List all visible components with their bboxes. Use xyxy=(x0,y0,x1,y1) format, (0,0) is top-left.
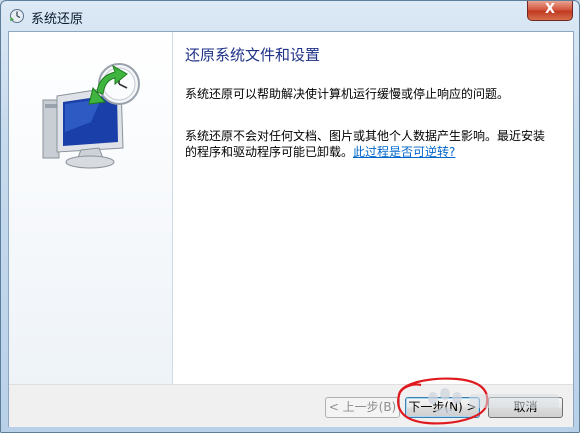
sidebar-panel xyxy=(9,32,173,384)
button-bar: < 上一步(B) 下一步(N) > 取消 xyxy=(9,384,573,427)
description-paragraph-2: 系统还原不会对任何文档、图片或其他个人数据产生影响。最近安装的程序和驱动程序可能… xyxy=(185,128,555,160)
system-restore-window: 系统还原 X 还原系统文件和设置 系统还原可以帮助解决使计算机运行缓慢或停止响应… xyxy=(0,0,580,433)
page-title: 还原系统文件和设置 xyxy=(185,46,321,64)
content-panel: 还原系统文件和设置 系统还原可以帮助解决使计算机运行缓慢或停止响应的问题。 系统… xyxy=(185,32,565,384)
back-button[interactable]: < 上一步(B) xyxy=(325,397,400,418)
system-restore-icon xyxy=(10,9,24,23)
system-restore-monitor-clock-image xyxy=(42,63,140,169)
cancel-button[interactable]: 取消 xyxy=(488,397,563,418)
window-title: 系统还原 xyxy=(31,12,84,27)
close-button[interactable]: X xyxy=(527,1,573,21)
reversible-process-link[interactable]: 此过程是否可逆转? xyxy=(353,145,455,159)
dialog-client-area: 还原系统文件和设置 系统还原可以帮助解决使计算机运行缓慢或停止响应的问题。 系统… xyxy=(8,31,574,427)
next-button[interactable]: 下一步(N) > xyxy=(405,397,480,418)
title-bar[interactable]: 系统还原 X xyxy=(1,1,579,31)
description-paragraph-1: 系统还原可以帮助解决使计算机运行缓慢或停止响应的问题。 xyxy=(185,87,510,101)
